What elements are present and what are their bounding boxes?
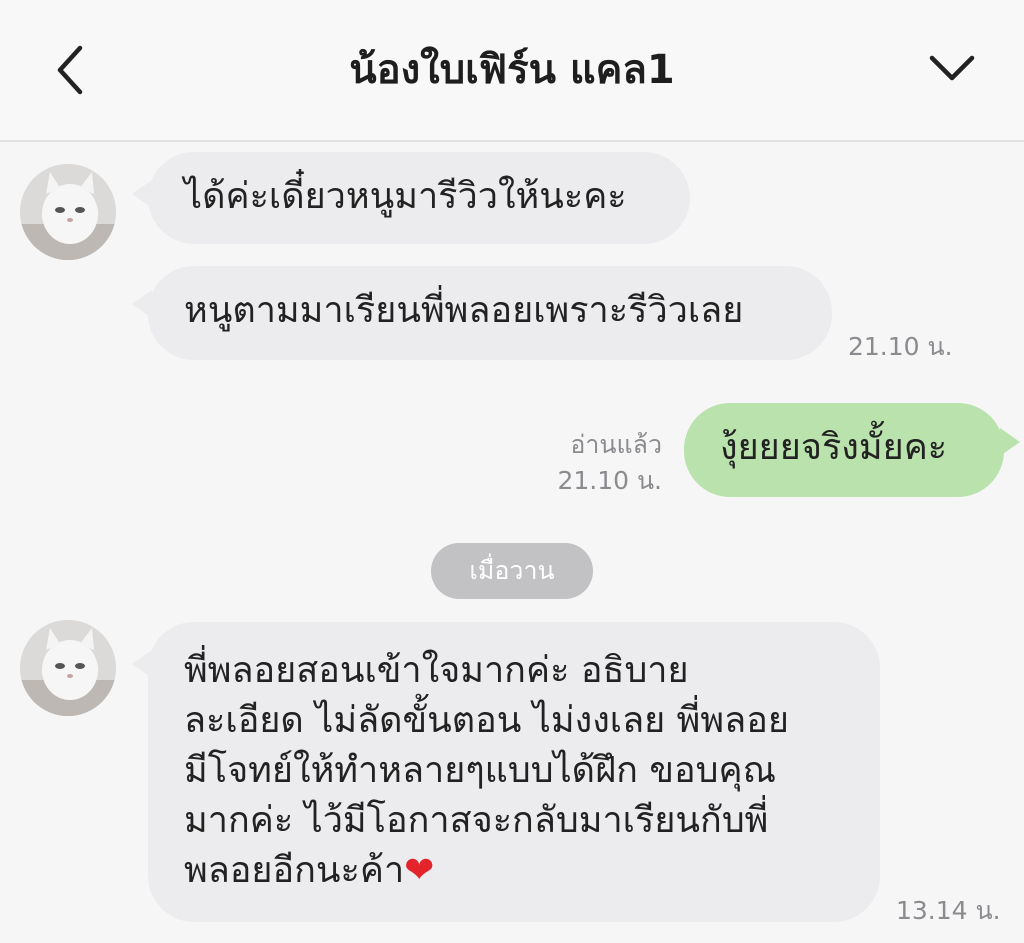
chevron-left-icon xyxy=(57,45,83,95)
heart-emoji: ❤ xyxy=(404,850,435,891)
date-separator: เมื่อวาน xyxy=(431,543,593,599)
expand-menu-button[interactable] xyxy=(922,40,982,100)
incoming-message-bubble[interactable]: ได้ค่ะเดี๋ยวหนูมารีวิวให้นะคะ xyxy=(148,152,690,244)
message-timestamp: 21.10 น. xyxy=(848,332,953,361)
contact-avatar[interactable] xyxy=(20,620,116,716)
chevron-down-icon xyxy=(929,55,975,81)
cat-avatar-image xyxy=(20,620,116,716)
incoming-message-bubble[interactable]: พี่พลอยสอนเข้าใจมากค่ะ อธิบาย ละเอียด ไม… xyxy=(148,622,880,922)
chat-screen: น้องใบเฟิร์น แคล1 ได้ค่ะเดี๋ยวหนูมารีวิว… xyxy=(0,0,1024,943)
read-receipt: อ่านแล้ว xyxy=(570,430,662,459)
outgoing-message-bubble[interactable]: งุ้ยยยจริงมั้ยคะ xyxy=(684,403,1004,497)
incoming-message-bubble[interactable]: หนูตามมาเรียนพี่พลอยเพราะรีวิวเลย xyxy=(148,266,832,360)
message-text: ได้ค่ะเดี๋ยวหนูมารีวิวให้นะคะ xyxy=(184,176,627,217)
chat-title: น้องใบเฟิร์น แคล1 xyxy=(349,47,675,93)
contact-avatar[interactable] xyxy=(20,164,116,260)
bubble-tail xyxy=(1000,428,1020,456)
message-timestamp: 21.10 น. xyxy=(557,466,662,495)
message-text: งุ้ยยยจริงมั้ยคะ xyxy=(720,427,948,468)
chat-header: น้องใบเฟิร์น แคล1 xyxy=(0,0,1024,142)
message-text: พี่พลอยสอนเข้าใจมากค่ะ อธิบาย ละเอียด ไม… xyxy=(184,650,789,891)
message-timestamp: 13.14 น. xyxy=(896,896,1001,925)
back-button[interactable] xyxy=(40,40,100,100)
cat-avatar-image xyxy=(20,164,116,260)
message-text: หนูตามมาเรียนพี่พลอยเพราะรีวิวเลย xyxy=(184,290,744,331)
